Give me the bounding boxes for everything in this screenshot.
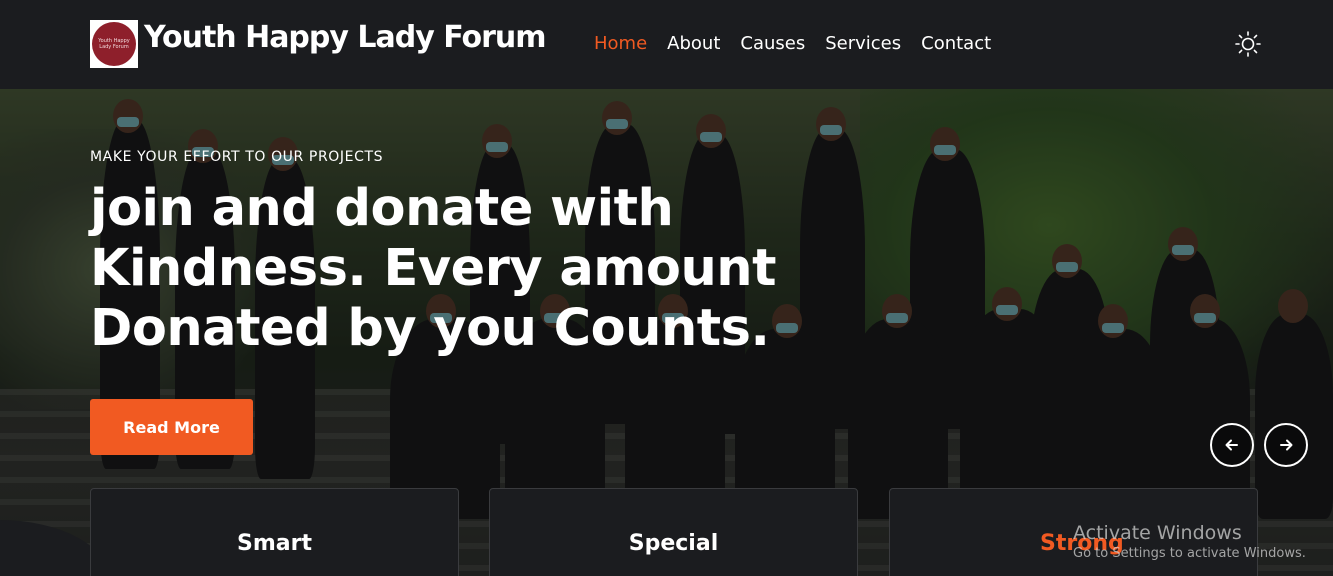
windows-activation-watermark: Activate Windows Go to Settings to activ… [1073,522,1306,561]
nav-item-causes[interactable]: Causes [740,33,805,54]
feature-card-smart[interactable]: Smart [90,488,459,576]
watermark-title: Activate Windows [1073,522,1242,544]
navbar: Youth Happy Lady Forum Youth Happy Lady … [0,0,1333,89]
main-nav: Home About Causes Services Contact [594,33,991,54]
nav-item-home[interactable]: Home [594,33,647,54]
sun-icon [1235,31,1261,57]
logo[interactable]: Youth Happy Lady Forum [90,20,138,68]
feature-card-title: Smart [237,531,312,556]
theme-toggle-button[interactable] [1234,30,1262,58]
hero-headline: join and donate with Kindness. Every amo… [90,179,776,358]
feature-card-title: Special [628,531,719,556]
brand-name[interactable]: Youth Happy Lady Forum [144,20,547,55]
watermark-subtitle: Go to Settings to activate Windows. [1073,546,1306,561]
arrow-left-icon [1225,439,1238,451]
read-more-button[interactable]: Read More [90,399,253,455]
nav-item-about[interactable]: About [667,33,720,54]
hero-tagline: MAKE YOUR EFFORT TO OUR PROJECTS [90,149,384,165]
hero-text: MAKE YOUR EFFORT TO OUR PROJECTS join an… [90,149,920,359]
arrow-right-icon [1280,439,1293,451]
logo-text: Youth Happy Lady Forum [98,38,130,50]
nav-item-services[interactable]: Services [825,33,901,54]
feature-card-special[interactable]: Special [489,488,858,576]
carousel-next-button[interactable] [1264,423,1308,467]
nav-item-contact[interactable]: Contact [921,33,991,54]
carousel-prev-button[interactable] [1210,423,1254,467]
logo-emblem: Youth Happy Lady Forum [92,22,136,66]
